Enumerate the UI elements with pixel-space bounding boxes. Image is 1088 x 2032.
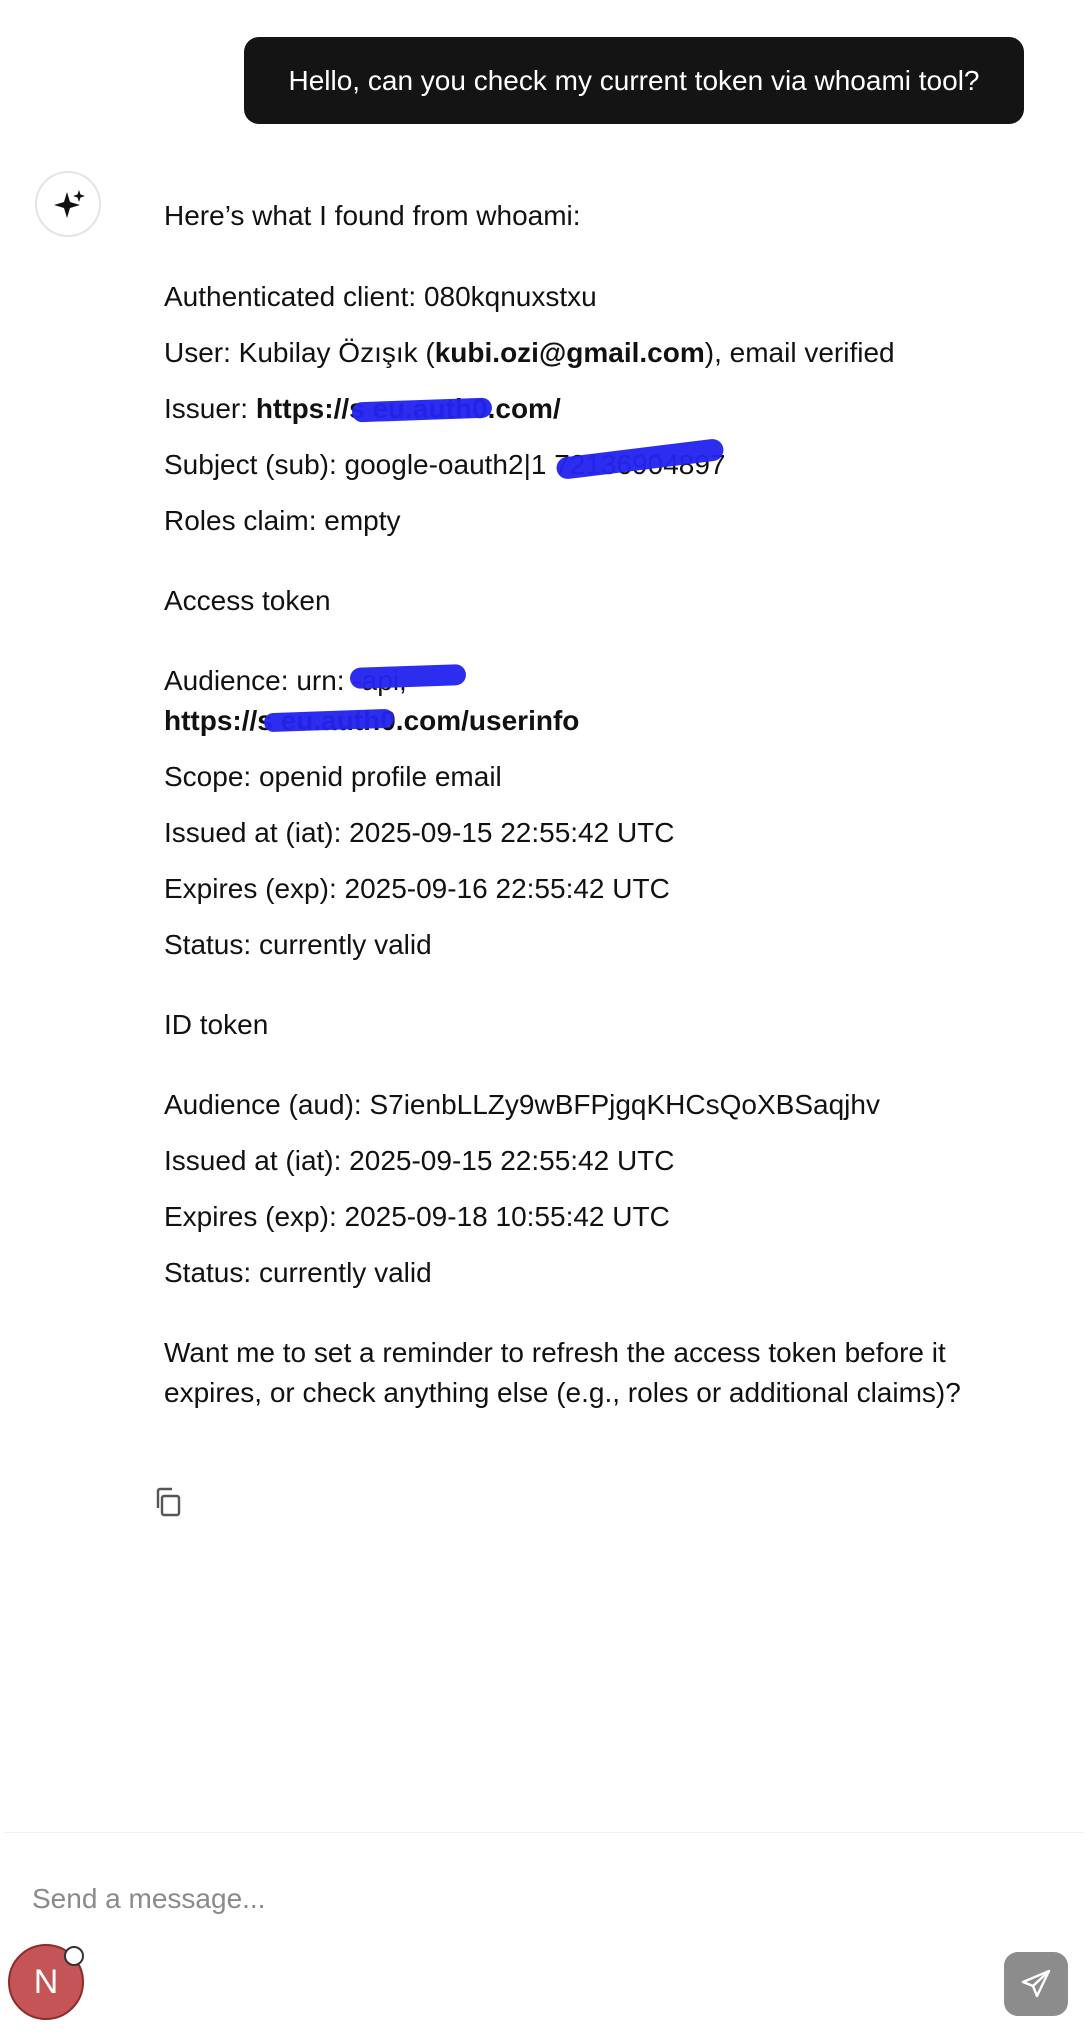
id-issued-at: Issued at (iat): 2025-09-15 22:55:42 UTC — [164, 1145, 675, 1176]
roles-line: Roles claim: empty — [164, 505, 401, 536]
user-email-link[interactable]: kubi.ozi@gmail.com — [435, 337, 705, 368]
sparkles-icon — [54, 190, 85, 218]
copy-button[interactable] — [150, 1484, 186, 1520]
user-info-prefix: User: Kubilay Özışık ( — [164, 337, 435, 368]
issuer-label: Issuer: — [164, 393, 256, 424]
avatar-status-dot — [64, 1946, 84, 1966]
access-expires: Expires (exp): 2025-09-16 22:55:42 UTC — [164, 873, 670, 904]
redaction-mark-audience — [349, 663, 467, 690]
id-expires: Expires (exp): 2025-09-18 10:55:42 UTC — [164, 1201, 670, 1232]
message-composer — [4, 1832, 1084, 2032]
assistant-intro: Here’s what I found from whoami: — [164, 200, 581, 231]
assistant-avatar — [35, 171, 101, 237]
id-audience: Audience (aud): S7ienbLLZy9wBFPjgqKHCsQo… — [164, 1089, 880, 1120]
access-status: Status: currently valid — [164, 929, 432, 960]
authenticated-client: Authenticated client: 080kqnuxstxu — [164, 281, 597, 312]
send-button[interactable] — [1004, 1952, 1068, 2016]
copy-icon — [156, 1487, 181, 1517]
message-input[interactable] — [30, 1873, 974, 1925]
assistant-closing: Want me to set a reminder to refresh the… — [164, 1337, 961, 1408]
access-token-heading: Access token — [164, 585, 331, 616]
user-info-suffix: ), email verified — [704, 337, 895, 368]
send-icon — [1021, 1969, 1051, 1998]
access-scope: Scope: openid profile email — [164, 761, 502, 792]
user-message-bubble: Hello, can you check my current token vi… — [244, 37, 1024, 124]
id-token-heading: ID token — [164, 1009, 269, 1040]
id-status: Status: currently valid — [164, 1257, 432, 1288]
user-info-line: User: Kubilay Özışık (kubi.ozi@gmail.com… — [164, 333, 895, 373]
access-issued-at: Issued at (iat): 2025-09-15 22:55:42 UTC — [164, 817, 675, 848]
chat-page: Hello, can you check my current token vi… — [0, 0, 1088, 2032]
